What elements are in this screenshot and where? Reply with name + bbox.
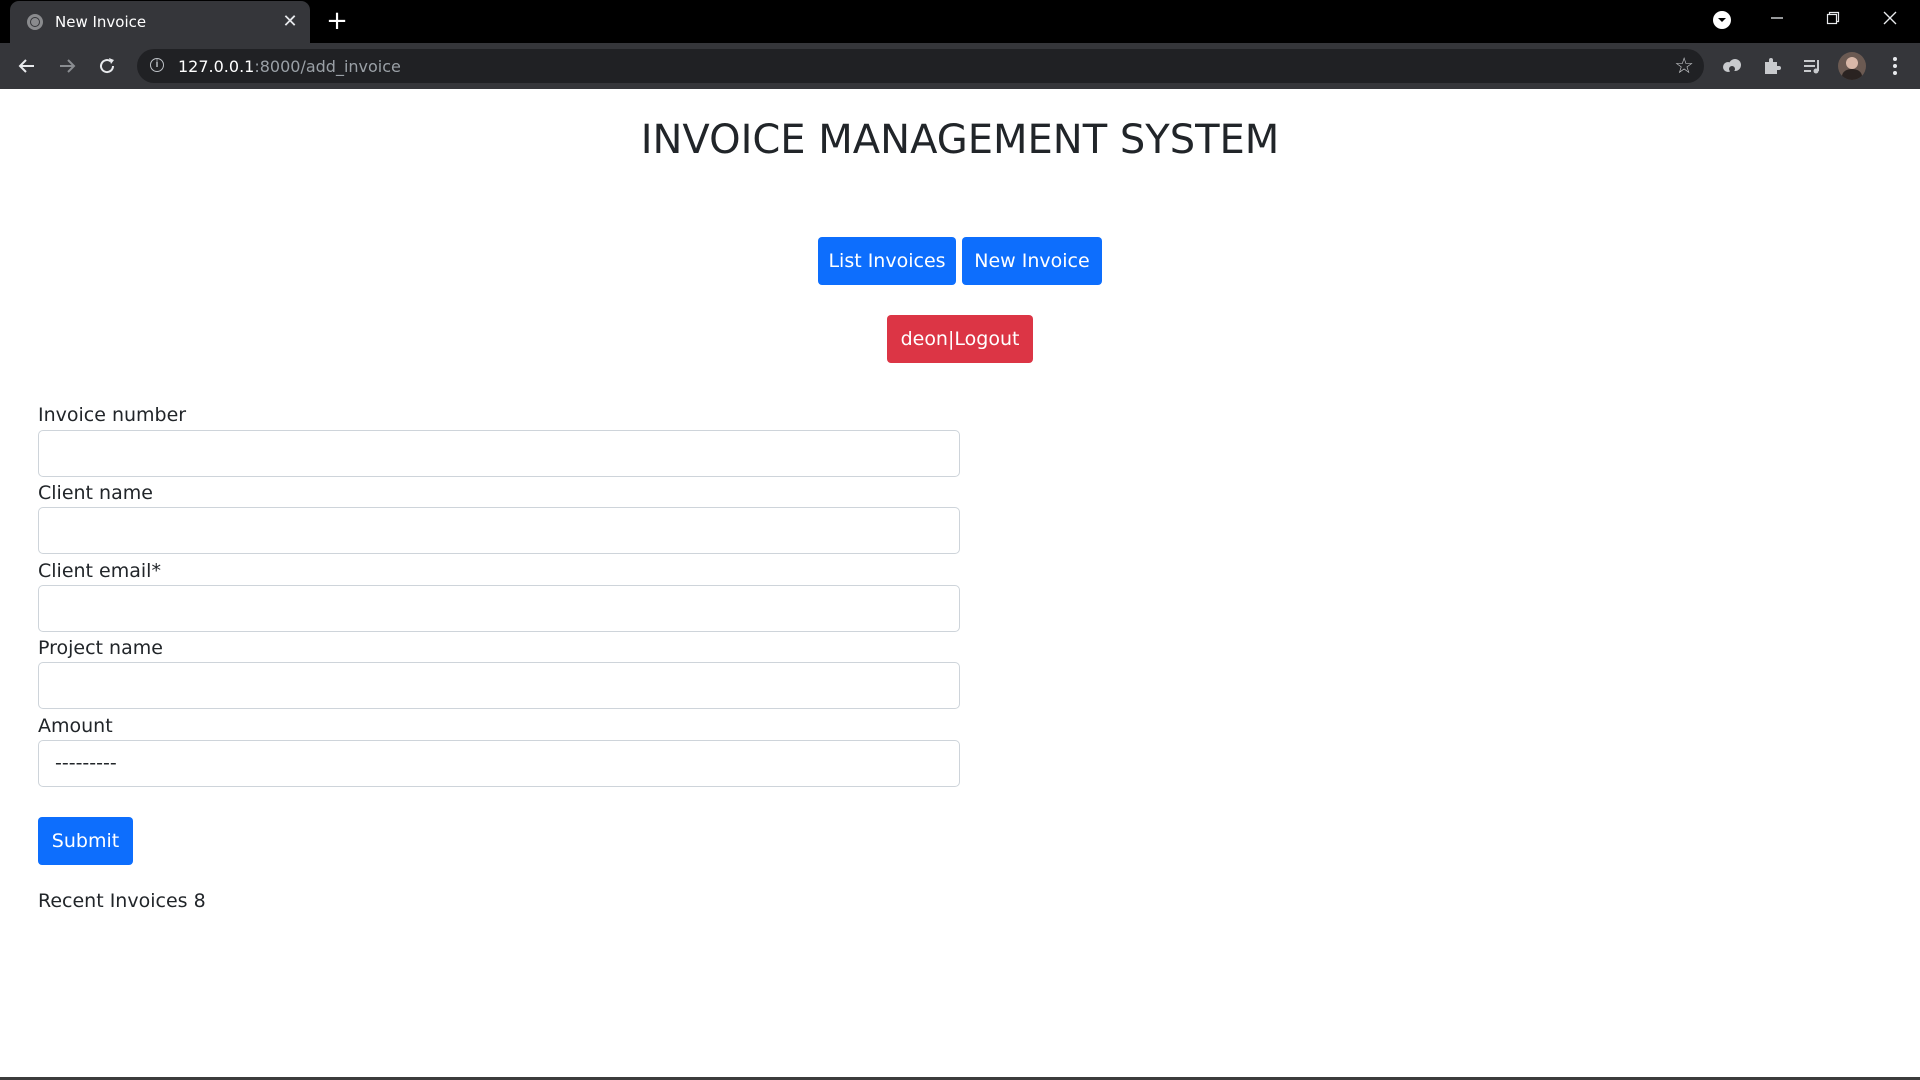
browser-toolbar: i 127.0.0.1:8000/add_invoice ☆ — [0, 43, 1920, 89]
new-invoice-button[interactable]: New Invoice — [962, 237, 1102, 285]
project-name-input[interactable] — [38, 662, 960, 709]
client-name-label: Client name — [38, 482, 153, 504]
forward-icon[interactable] — [52, 51, 82, 81]
client-email-label: Client email* — [38, 560, 161, 582]
puzzle-icon[interactable] — [1757, 51, 1787, 81]
client-name-input[interactable] — [38, 507, 960, 554]
address-bar[interactable]: i 127.0.0.1:8000/add_invoice ☆ — [137, 49, 1704, 83]
tab-strip: New Invoice ✕ + — [0, 0, 1920, 43]
info-icon[interactable]: i — [150, 58, 164, 72]
invoice-number-input[interactable] — [38, 430, 960, 477]
url-host: 127.0.0.1 — [178, 57, 255, 76]
tab-title: New Invoice — [55, 13, 147, 31]
extension-icon[interactable] — [1717, 51, 1747, 81]
client-email-input[interactable] — [38, 585, 960, 632]
project-name-label: Project name — [38, 637, 163, 659]
invoice-number-label: Invoice number — [38, 404, 187, 426]
reload-icon[interactable] — [92, 51, 122, 81]
bookmark-star-icon[interactable]: ☆ — [1674, 53, 1694, 79]
menu-icon[interactable] — [1880, 51, 1910, 81]
restore-icon[interactable] — [1815, 6, 1851, 34]
media-icon[interactable] — [1797, 51, 1827, 81]
minimize-icon[interactable] — [1759, 6, 1795, 34]
tab-search-icon[interactable] — [1704, 6, 1740, 34]
list-invoices-button[interactable]: List Invoices — [818, 237, 956, 285]
avatar[interactable] — [1838, 52, 1866, 80]
amount-label: Amount — [38, 715, 113, 737]
recent-invoices-label: Recent Invoices 8 — [38, 890, 206, 912]
logout-button[interactable]: deon|Logout — [887, 315, 1033, 363]
back-icon[interactable] — [12, 51, 42, 81]
new-tab-button[interactable]: + — [325, 8, 349, 34]
globe-icon — [27, 14, 43, 30]
submit-button[interactable]: Submit — [38, 817, 133, 865]
tab-close-icon[interactable]: ✕ — [280, 11, 300, 31]
browser-tab[interactable]: New Invoice ✕ — [10, 1, 310, 43]
url-path: :8000/add_invoice — [254, 57, 401, 76]
page-title: INVOICE MANAGEMENT SYSTEM — [640, 117, 1280, 163]
amount-select[interactable]: --------- — [38, 740, 960, 787]
window-close-icon[interactable] — [1872, 6, 1908, 34]
url-text: 127.0.0.1:8000/add_invoice — [178, 57, 401, 76]
